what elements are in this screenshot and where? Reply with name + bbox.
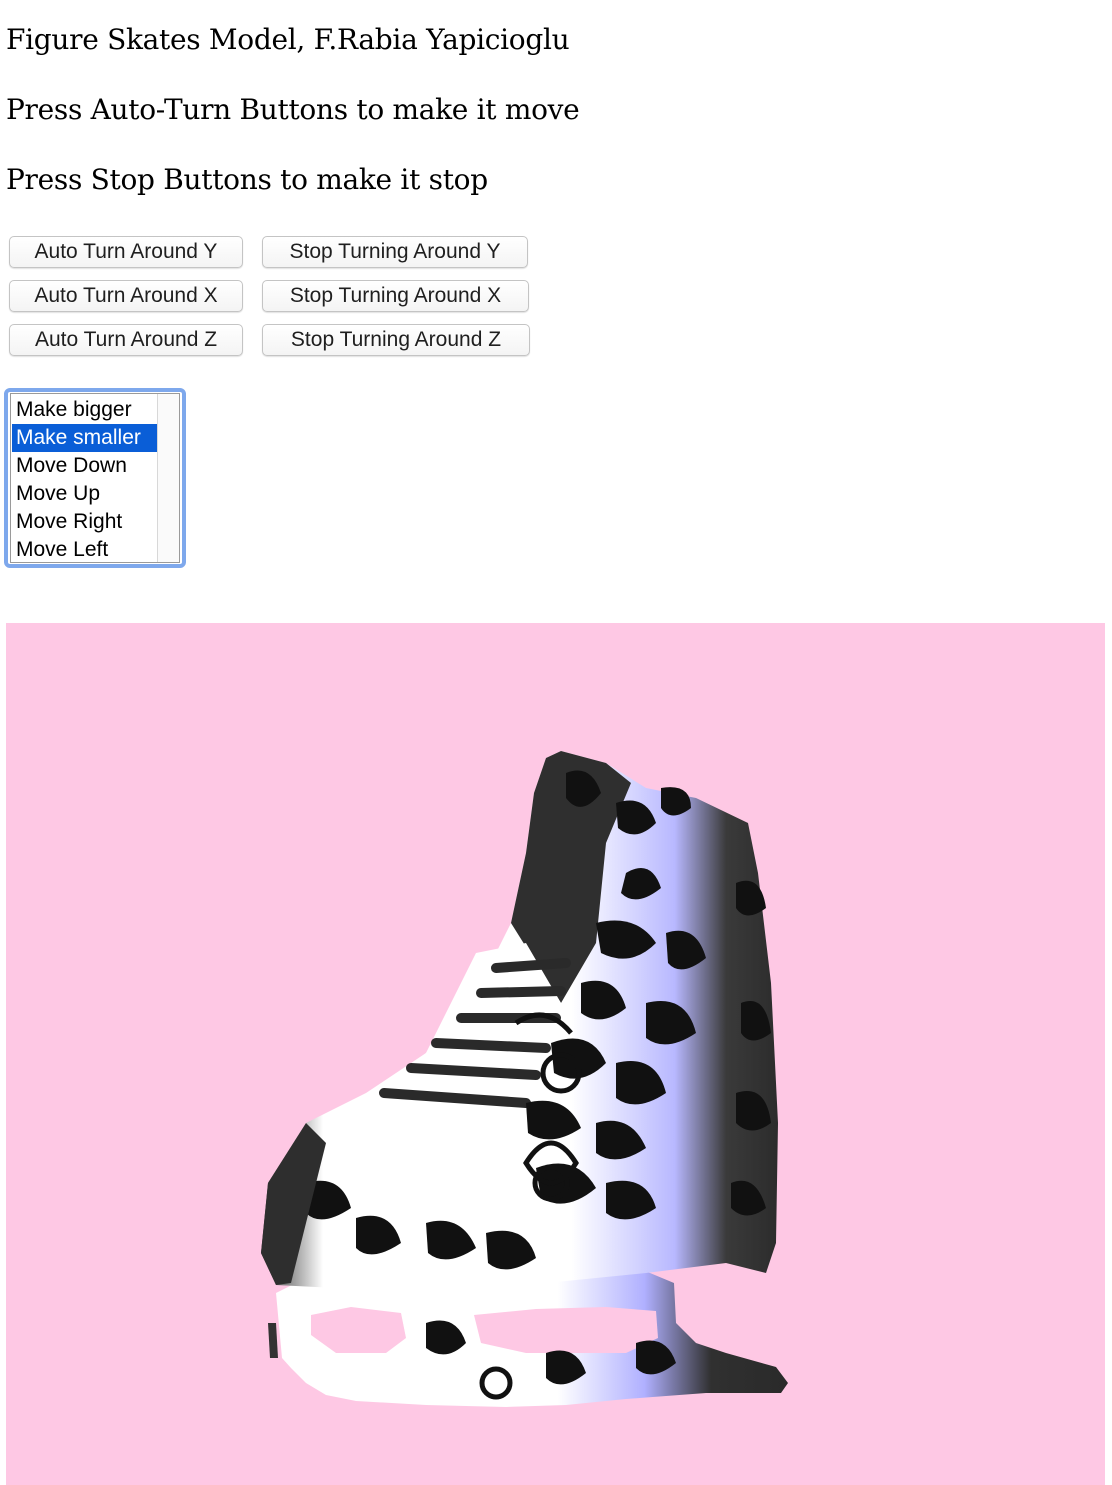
auto-turn-y-button[interactable]: Auto Turn Around Y	[9, 236, 243, 268]
option-make-bigger[interactable]: Make bigger	[12, 396, 158, 424]
auto-turn-z-button[interactable]: Auto Turn Around Z	[9, 324, 243, 356]
page-title: Figure Skates Model, F.Rabia Yapicioglu	[6, 23, 570, 56]
option-move-down[interactable]: Move Down	[12, 452, 158, 480]
option-move-up[interactable]: Move Up	[12, 480, 158, 508]
stop-turning-x-button[interactable]: Stop Turning Around X	[262, 280, 529, 312]
instruction-move: Press Auto-Turn Buttons to make it move	[6, 93, 580, 126]
listbox-scrollbar[interactable]	[157, 394, 179, 562]
option-move-left[interactable]: Move Left	[12, 536, 158, 562]
option-move-right[interactable]: Move Right	[12, 508, 158, 536]
auto-turn-x-button[interactable]: Auto Turn Around X	[9, 280, 243, 312]
webgl-canvas[interactable]	[6, 623, 1105, 1485]
skate-model-icon	[261, 751, 788, 1407]
instruction-stop: Press Stop Buttons to make it stop	[6, 163, 488, 196]
stop-turning-y-button[interactable]: Stop Turning Around Y	[262, 236, 528, 268]
option-make-smaller[interactable]: Make smaller	[12, 424, 158, 452]
transform-select-list[interactable]: Make bigger Make smaller Move Down Move …	[10, 393, 180, 563]
stop-turning-z-button[interactable]: Stop Turning Around Z	[262, 324, 530, 356]
